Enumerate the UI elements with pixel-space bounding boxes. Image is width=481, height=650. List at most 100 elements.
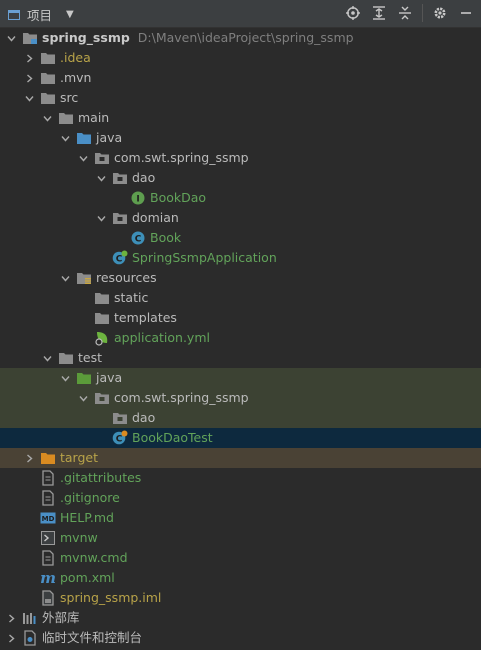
chevron-down-icon[interactable] [76,388,90,408]
expand-all-icon[interactable] [370,4,388,22]
tree-node-label: static [114,290,149,305]
project-tree: spring_ssmp D:\Maven\ideaProject\spring_… [0,28,481,648]
chevron-right-icon[interactable] [4,608,18,628]
chevron-down-icon[interactable]: ▼ [66,9,74,20]
spring-class-icon: C [112,250,128,266]
svg-text:C: C [135,234,142,244]
project-toolbar: 项目 ▼ [0,0,481,28]
tree-node-mvn[interactable]: .mvn [0,68,481,88]
project-view-selector[interactable]: 项目 ▼ [8,5,74,24]
tree-node-test[interactable]: test [0,348,481,368]
tree-node-help[interactable]: MD HELP.md [0,508,481,528]
chevron-down-icon[interactable] [58,268,72,288]
tree-node-mvnw-cmd[interactable]: mvnw.cmd [0,548,481,568]
chevron-right-icon[interactable] [22,448,36,468]
chevron-down-icon[interactable] [40,348,54,368]
folder-icon [40,90,56,106]
text-file-icon [40,550,56,566]
tree-node-label: SpringSsmpApplication [132,250,277,265]
tree-node-label: BookDaoTest [132,430,213,445]
tree-node-iml[interactable]: spring_ssmp.iml [0,588,481,608]
tree-node-label: mvnw [60,530,98,545]
gear-icon[interactable] [431,4,449,22]
chevron-down-icon[interactable] [94,208,108,228]
tree-node-label: application.yml [114,330,210,345]
chevron-right-icon[interactable] [22,68,36,88]
tree-node-label: .idea [60,50,91,65]
shell-script-icon [40,530,56,546]
tree-node-pom[interactable]: m pom.xml [0,568,481,588]
yaml-config-icon [94,330,110,346]
tree-node-label: 外部库 [42,610,80,625]
chevron-right-icon[interactable] [4,628,18,648]
tree-node-label: resources [96,270,157,285]
chevron-down-icon[interactable] [22,88,36,108]
tree-node-application[interactable]: C SpringSsmpApplication [0,248,481,268]
crosshair-icon[interactable] [344,4,362,22]
chevron-down-icon[interactable] [76,148,90,168]
tree-node-label: domian [132,210,179,225]
folder-icon [94,290,110,306]
tree-node-application-yml[interactable]: application.yml [0,328,481,348]
tree-node-domian[interactable]: domian [0,208,481,228]
tree-node-resources[interactable]: resources [0,268,481,288]
source-folder-icon [76,130,92,146]
tree-node-gitignore[interactable]: .gitignore [0,488,481,508]
tree-node-static[interactable]: static [0,288,481,308]
svg-text:C: C [116,254,123,264]
tree-node-label: src [60,90,79,105]
package-icon [94,150,110,166]
tree-node-package[interactable]: com.swt.spring_ssmp [0,148,481,168]
tree-node-gitattributes[interactable]: .gitattributes [0,468,481,488]
tree-node-bookdao[interactable]: I BookDao [0,188,481,208]
svg-text:I: I [136,194,139,204]
toolbar-actions [336,4,475,22]
tree-node-test-dao[interactable]: dao [0,408,481,428]
tree-node-label: templates [114,310,177,325]
tree-node-label: pom.xml [60,570,115,585]
folder-icon [58,350,74,366]
tree-node-label: target [60,450,99,465]
minimize-icon[interactable] [457,4,475,22]
package-icon [112,410,128,426]
tree-node-label: HELP.md [60,510,114,525]
tree-node-templates[interactable]: templates [0,308,481,328]
tree-node-scratches[interactable]: 临时文件和控制台 [0,628,481,648]
text-file-icon [40,470,56,486]
package-icon [94,390,110,406]
chevron-right-icon[interactable] [22,48,36,68]
excluded-folder-icon [40,450,56,466]
tree-node-src[interactable]: src [0,88,481,108]
tree-node-test-package[interactable]: com.swt.spring_ssmp [0,388,481,408]
tree-node-book[interactable]: C Book [0,228,481,248]
tree-node-label: spring_ssmp.iml [60,590,162,605]
tree-node-test-java[interactable]: java [0,368,481,388]
chevron-down-icon[interactable] [94,168,108,188]
chevron-down-icon[interactable] [58,368,72,388]
tree-node-mvnw[interactable]: mvnw [0,528,481,548]
chevron-down-icon[interactable] [4,28,18,48]
chevron-down-icon[interactable] [58,128,72,148]
project-window-icon [8,9,20,20]
tree-node-root[interactable]: spring_ssmp D:\Maven\ideaProject\spring_… [0,28,481,48]
tree-node-main[interactable]: main [0,108,481,128]
chevron-down-icon[interactable] [40,108,54,128]
scratches-icon [22,630,38,646]
test-class-icon: C [112,430,128,446]
folder-icon [58,110,74,126]
tree-node-idea[interactable]: .idea [0,48,481,68]
tree-node-bookdaotest[interactable]: C BookDaoTest [0,428,481,448]
tree-node-label: test [78,350,103,365]
tree-node-label: spring_ssmp [42,30,130,45]
library-icon [22,610,38,626]
tree-node-main-java[interactable]: java [0,128,481,148]
collapse-all-icon[interactable] [396,4,414,22]
resources-folder-icon [76,270,92,286]
tree-node-label: Book [150,230,182,245]
tree-node-dao[interactable]: dao [0,168,481,188]
folder-icon [40,70,56,86]
tree-node-external-libraries[interactable]: 外部库 [0,608,481,628]
folder-icon [40,50,56,66]
tree-node-target[interactable]: target [0,448,481,468]
class-icon: C [130,230,146,246]
